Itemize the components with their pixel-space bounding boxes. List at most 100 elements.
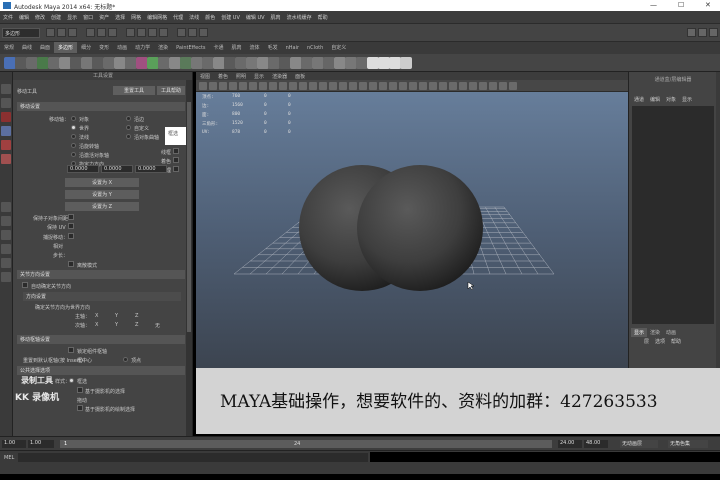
snap-grid-icon[interactable] [126, 28, 135, 37]
sphere-right[interactable] [357, 165, 483, 291]
save-scene-icon[interactable] [68, 28, 77, 37]
render-settings-icon[interactable] [199, 28, 208, 37]
layout-single-icon[interactable] [1, 202, 11, 212]
range-end-field[interactable]: 48.00 [584, 440, 608, 448]
layer-menu-0[interactable]: 层 [641, 338, 652, 345]
shelf-tab-3[interactable]: 多边形 [54, 42, 78, 53]
toggle-channel-icon[interactable] [698, 28, 707, 37]
radio-normal[interactable] [71, 134, 76, 139]
layout-outliner-icon[interactable] [1, 244, 11, 254]
layout-four-icon[interactable] [1, 216, 11, 226]
shelf-tab-12[interactable]: 流体 [246, 42, 264, 53]
shelf-tool-icon[interactable] [400, 57, 412, 69]
check-0[interactable] [173, 148, 179, 154]
layer-tab-2[interactable]: 动画 [663, 328, 679, 337]
end-time-field[interactable]: 24.00 [558, 440, 582, 448]
check-camera-paint[interactable] [77, 405, 83, 411]
menu-set-dropdown[interactable]: 多边形 [2, 28, 40, 38]
radio-along-live[interactable] [71, 152, 76, 157]
current-time-field[interactable]: 1.00 [28, 440, 54, 448]
viewport-persp[interactable]: 视图 着色 照明 显示 渲染器 面板 顶点: 760 0 0 边: 1560 0 0 面: 800 0 0 三角形… [196, 72, 628, 368]
check-camera-based[interactable] [77, 387, 83, 393]
menu-item-1[interactable]: 编辑 [16, 11, 32, 21]
menu-item-5[interactable]: 窗口 [80, 11, 96, 21]
channel-menu-1[interactable]: 编辑 [647, 96, 663, 103]
shelf-tab-2[interactable]: 曲面 [36, 42, 54, 53]
shelf-tab-5[interactable]: 变形 [95, 42, 113, 53]
tool-help-button[interactable]: 工具帮助 [157, 86, 185, 95]
channel-menu-2[interactable]: 对象 [663, 96, 679, 103]
layout-graph-icon[interactable] [1, 258, 11, 268]
shelf-tab-4[interactable]: 细分 [77, 42, 95, 53]
field-x[interactable]: 0.0000 [67, 165, 99, 173]
menu-item-10[interactable]: 代理 [170, 11, 186, 21]
toggle-panel-icon[interactable] [687, 28, 696, 37]
paint-select-icon[interactable] [1, 112, 11, 122]
shelf-tab-6[interactable]: 动画 [113, 42, 131, 53]
menu-item-6[interactable]: 资产 [96, 11, 112, 21]
check-snap-move[interactable] [68, 233, 74, 239]
radio-live-object[interactable] [126, 134, 131, 139]
set-z-button[interactable]: 设置为 Z [65, 202, 139, 211]
layer-tab-0[interactable]: 显示 [631, 328, 648, 337]
radio-marquee[interactable] [69, 378, 74, 383]
layer-menu-2[interactable]: 帮助 [668, 338, 684, 345]
char-set-dropdown[interactable]: 无角色集 [668, 440, 708, 448]
render-icon[interactable] [177, 28, 186, 37]
menu-item-3[interactable]: 创建 [48, 11, 64, 21]
layer-tab-1[interactable]: 渲染 [647, 328, 663, 337]
menu-item-15[interactable]: 肌肉 [268, 11, 284, 21]
snap-curve-icon[interactable] [137, 28, 146, 37]
select-component-icon[interactable] [108, 28, 117, 37]
section-joint-orient[interactable]: 关节方向设置 [17, 270, 185, 279]
radio-along-rot[interactable] [71, 143, 76, 148]
command-input[interactable] [18, 453, 368, 462]
check-preserve-uv[interactable] [68, 223, 74, 229]
set-y-button[interactable]: 设置为 Y [65, 190, 139, 199]
radio-custom[interactable] [126, 125, 131, 130]
layer-menu-1[interactable]: 选项 [652, 338, 668, 345]
menu-item-7[interactable]: 选择 [112, 11, 128, 21]
menu-item-9[interactable]: 编辑网格 [144, 11, 170, 21]
reset-tool-button[interactable]: 重置工具 [113, 86, 155, 95]
section-select[interactable]: 公共选择选项 [17, 366, 185, 375]
rotate-tool-icon[interactable] [1, 140, 11, 150]
radio-edge[interactable] [126, 116, 131, 121]
lasso-tool-icon[interactable] [1, 98, 11, 108]
section-pivot[interactable]: 移动枢轴设置 [17, 335, 185, 344]
shelf-tab-13[interactable]: 毛发 [264, 42, 282, 53]
shelf-tab-7[interactable]: 动力学 [131, 42, 154, 53]
anim-layer-dropdown[interactable]: 无动画层 [620, 440, 658, 448]
shelf-tab-9[interactable]: PaintEffects [172, 43, 209, 54]
menu-item-14[interactable]: 编辑 UV [243, 11, 268, 21]
check-2[interactable] [173, 166, 179, 172]
toggle-attr-icon[interactable] [709, 28, 718, 37]
menu-item-11[interactable]: 法线 [186, 11, 202, 21]
shelf-tab-11[interactable]: 肌肉 [228, 42, 246, 53]
menu-item-13[interactable]: 创建 UV [218, 11, 243, 21]
new-scene-icon[interactable] [46, 28, 55, 37]
minimize-button[interactable]: — [650, 1, 657, 9]
menu-item-12[interactable]: 颜色 [202, 11, 218, 21]
section-move-settings[interactable]: 移动设置 [17, 102, 185, 111]
radio-object[interactable] [71, 116, 76, 121]
start-time-field[interactable]: 1.00 [2, 440, 26, 448]
check-auto-orient[interactable] [22, 282, 28, 288]
radio-vertex[interactable] [123, 357, 128, 362]
shelf-tab-1[interactable]: 曲线 [18, 42, 36, 53]
tool-settings-scroll-thumb[interactable] [187, 102, 191, 332]
menu-item-17[interactable]: 帮助 [315, 11, 331, 21]
move-tool-icon[interactable] [1, 126, 11, 136]
radio-world[interactable] [71, 125, 76, 130]
section-orient[interactable]: 方向设置 [23, 292, 181, 301]
shelf-tab-16[interactable]: 自定义 [327, 42, 350, 53]
field-y[interactable]: 0.0000 [101, 165, 133, 173]
snap-view-icon[interactable] [159, 28, 168, 37]
shelf-tab-15[interactable]: nCloth [303, 43, 327, 54]
check-pin-pivot[interactable] [68, 347, 74, 353]
check-discrete[interactable] [68, 261, 74, 267]
menu-item-4[interactable]: 显示 [64, 11, 80, 21]
scale-tool-icon[interactable] [1, 154, 11, 164]
layout-side-icon[interactable] [1, 230, 11, 240]
set-x-button[interactable]: 设置为 X [65, 178, 139, 187]
